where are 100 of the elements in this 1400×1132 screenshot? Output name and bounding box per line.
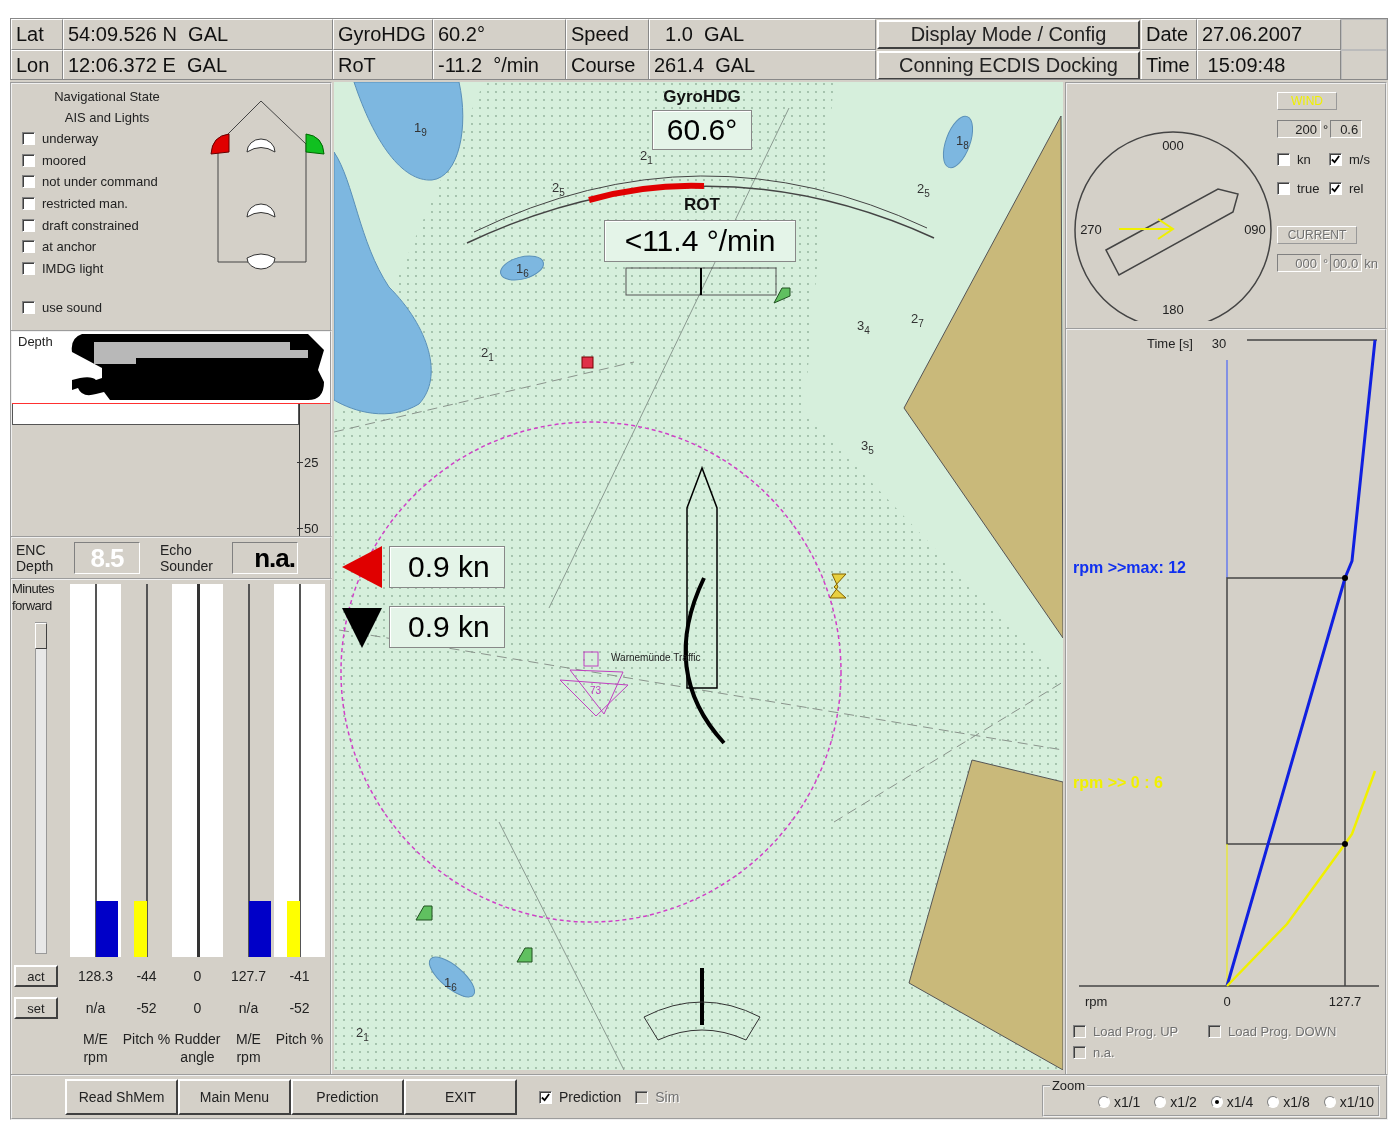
- row-button[interactable]: act: [14, 965, 58, 987]
- depth-sounding: 2$_{5}$: [552, 180, 565, 198]
- field-value: 27.06.2007: [1197, 19, 1341, 50]
- triangle-down-icon: [342, 608, 382, 648]
- speed-field[interactable]: 0.6: [1330, 120, 1363, 138]
- square-marker: [581, 356, 594, 369]
- water-area: [500, 255, 544, 281]
- slider-thumb[interactable]: [35, 623, 47, 649]
- wind-arrow-icon: [1118, 218, 1175, 240]
- checkbox[interactable]: [22, 240, 35, 254]
- field-label: Speed: [566, 19, 649, 50]
- axis-tick-label: 127.7: [1328, 994, 1362, 1009]
- checkbox-label: draft constrained: [42, 217, 139, 233]
- depth-sounding: 1$_{6}$: [444, 975, 457, 993]
- checkbox-label: use sound: [42, 300, 102, 316]
- echo-sounder-value: n.a.: [232, 542, 298, 574]
- zero-rpm-note: rpm >> 0 : 6: [1073, 774, 1163, 791]
- rot-value: <11.4 °/min: [604, 220, 796, 262]
- triangle-marker: [415, 905, 433, 921]
- empty-cell: [1341, 50, 1387, 79]
- current-title: CURRENT: [1277, 226, 1357, 244]
- radio-label: x1/10: [1339, 1094, 1374, 1110]
- checkbox[interactable]: [1329, 182, 1342, 195]
- field-label: Time: [1141, 50, 1197, 79]
- field-value: 1.0 GAL: [649, 19, 876, 50]
- heading-value: 60.6°: [652, 110, 752, 150]
- checkbox-label: at anchor: [42, 239, 97, 255]
- mode-button[interactable]: Display Mode / Config: [877, 20, 1140, 49]
- radio-label: x1/1: [1113, 1094, 1141, 1110]
- checkbox-label: true: [1297, 181, 1320, 196]
- checkbox[interactable]: [22, 153, 35, 167]
- checkbox-label: rel: [1349, 181, 1364, 196]
- heading-label: GyroHDG: [662, 87, 742, 107]
- command-button[interactable]: Prediction: [291, 1079, 404, 1115]
- checkbox[interactable]: [22, 132, 35, 146]
- gauge-label: M/E rpm: [82, 1030, 109, 1067]
- zoom-label: Zoom: [1049, 1078, 1088, 1093]
- checkbox-label: moored: [42, 152, 87, 168]
- depth-sounding: 2$_{1}$: [356, 1025, 369, 1043]
- axis-label: rpm: [1085, 994, 1108, 1009]
- checkbox[interactable]: [1277, 182, 1290, 195]
- enc-depth-label: ENC Depth: [16, 542, 55, 574]
- checkbox[interactable]: [22, 197, 35, 211]
- radio-label: x1/4: [1226, 1094, 1254, 1110]
- gauge-label: Pitch %: [274, 1030, 325, 1049]
- field-value: 60.2°: [433, 19, 566, 50]
- radio-button[interactable]: [1097, 1096, 1110, 1108]
- radio-button[interactable]: [1210, 1096, 1223, 1108]
- radio-button[interactable]: [1323, 1096, 1336, 1108]
- checkbox[interactable]: [22, 261, 35, 275]
- command-button[interactable]: Main Menu: [178, 1079, 291, 1115]
- depth-sounding: 1$_{8}$: [956, 133, 969, 151]
- checkbox-label: underway: [42, 131, 99, 147]
- triangle-left-icon: [342, 546, 382, 588]
- field-value: 12:06.372 E GAL: [63, 50, 333, 79]
- max-rpm-note: rpm >>max: 12: [1073, 559, 1186, 576]
- checkbox-label: Prediction: [559, 1089, 622, 1105]
- gauge-label: M/E rpm: [235, 1030, 262, 1067]
- rot-label: ROT: [683, 195, 721, 215]
- row-button[interactable]: set: [14, 997, 58, 1019]
- gauge-value: -44: [135, 967, 158, 986]
- field-label: Date: [1141, 19, 1197, 50]
- checkbox[interactable]: [539, 1090, 552, 1104]
- gauge-value: 0: [192, 999, 203, 1018]
- degree-label: °: [1323, 255, 1329, 271]
- field-label: Lon: [11, 50, 63, 79]
- checkbox-label: m/s: [1349, 152, 1370, 167]
- checkbox[interactable]: [22, 218, 35, 232]
- checkbox[interactable]: [22, 301, 35, 315]
- panel-title: Navigational State: [53, 88, 161, 106]
- gauge-label: Rudder angle: [173, 1030, 222, 1067]
- compass-label: 270: [1080, 222, 1102, 237]
- unit-label: kn: [1364, 255, 1378, 271]
- depth-sounding: 2$_{5}$: [917, 181, 930, 199]
- checkbox[interactable]: [1277, 153, 1290, 166]
- checkbox[interactable]: [1329, 153, 1342, 166]
- depth-sounding: 1$_{9}$: [414, 120, 427, 138]
- radio-button[interactable]: [1267, 1096, 1280, 1108]
- checkbox-label: kn: [1297, 152, 1311, 167]
- command-button[interactable]: Read ShMem: [65, 1079, 178, 1115]
- checkbox-label: IMDG light: [42, 260, 104, 276]
- axis-title: Time [s]: [1147, 336, 1193, 351]
- mode-button[interactable]: Conning ECDIS Docking: [877, 51, 1140, 79]
- compass-label: 000: [1162, 138, 1184, 153]
- depth-sounding: 3$_{5}$: [861, 438, 874, 456]
- scale-label: 25: [304, 455, 319, 470]
- gauge-value: n/a: [237, 999, 260, 1018]
- checkbox[interactable]: [22, 175, 35, 189]
- direction-field[interactable]: 200: [1277, 120, 1321, 138]
- slider-label: Minutes forward: [12, 580, 56, 614]
- depth-sounding: 2$_{1}$: [640, 148, 653, 166]
- radio-button[interactable]: [1154, 1096, 1167, 1108]
- time-slider[interactable]: [35, 622, 47, 954]
- empty-cell: [1341, 19, 1387, 50]
- command-button[interactable]: EXIT: [404, 1079, 517, 1115]
- depth-sounding: 3$_{4}$: [857, 318, 870, 336]
- echo-sounder-label: Echo Sounder: [160, 542, 214, 574]
- water-area: [428, 956, 476, 998]
- gauge-value: 0: [192, 967, 203, 986]
- gauge-value: 128.3: [76, 967, 114, 986]
